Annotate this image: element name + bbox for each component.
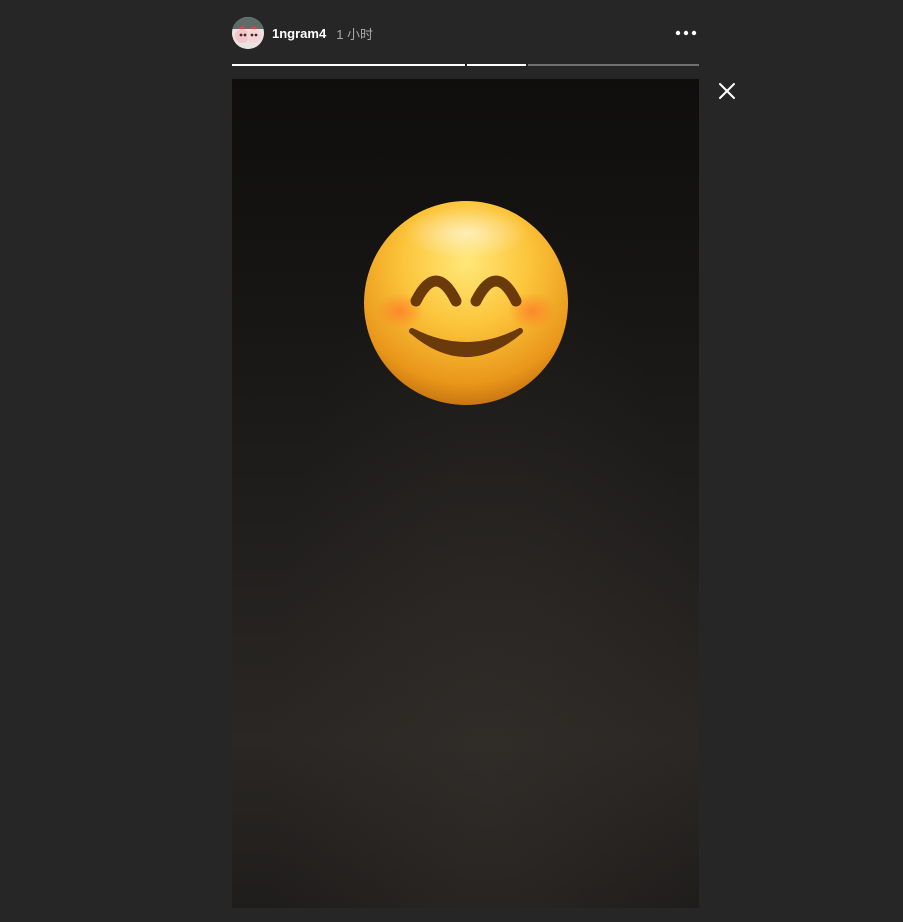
story-progress-bar [232,64,699,66]
story-media[interactable] [232,79,699,908]
more-options-button[interactable] [673,22,699,44]
progress-segment [232,64,465,66]
avatar[interactable] [232,17,264,49]
more-horizontal-icon [675,30,697,36]
progress-segment [528,64,699,66]
story-viewer: 1ngram4 1 小时 [0,0,903,922]
progress-segment [467,64,526,66]
close-icon [719,83,735,99]
username[interactable]: 1ngram4 [272,26,326,41]
smiling-face-emoji-icon [364,201,568,405]
story-header: 1ngram4 1 小时 [232,16,699,50]
close-button[interactable] [714,78,740,104]
timestamp: 1 小时 [336,26,374,42]
